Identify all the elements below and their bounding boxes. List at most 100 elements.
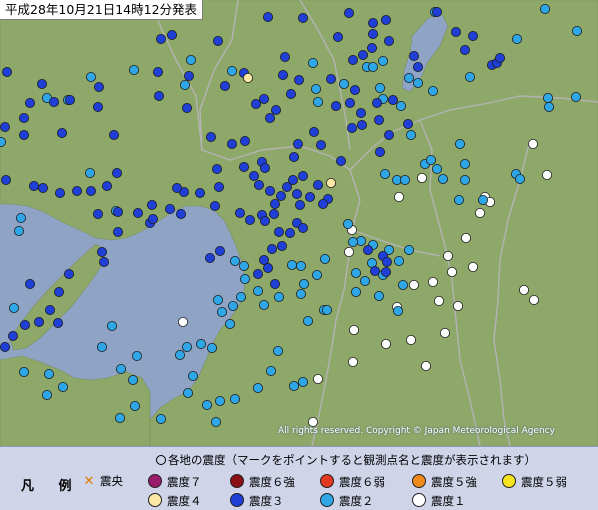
station-marker-s3[interactable]: [102, 180, 113, 191]
station-marker-s3[interactable]: [366, 43, 377, 54]
station-marker-s3[interactable]: [259, 162, 270, 173]
station-marker-s3[interactable]: [269, 198, 280, 209]
station-marker-s2[interactable]: [97, 341, 108, 352]
station-marker-s2[interactable]: [321, 304, 332, 315]
station-marker-s3[interactable]: [155, 34, 166, 45]
station-marker-s3[interactable]: [94, 82, 105, 93]
station-marker-s2[interactable]: [227, 300, 238, 311]
station-marker-s2[interactable]: [235, 291, 246, 302]
station-marker-s3[interactable]: [374, 146, 385, 157]
station-marker-s2[interactable]: [115, 412, 126, 423]
station-marker-s3[interactable]: [113, 206, 124, 217]
station-marker-s3[interactable]: [284, 227, 295, 238]
station-marker-s2[interactable]: [258, 299, 269, 310]
station-marker-s3[interactable]: [24, 98, 35, 109]
station-marker-s3[interactable]: [175, 208, 186, 219]
station-marker-s3[interactable]: [297, 222, 308, 233]
station-marker-s3[interactable]: [181, 103, 192, 114]
station-marker-s2[interactable]: [174, 349, 185, 360]
station-marker-s2[interactable]: [42, 389, 53, 400]
station-marker-s3[interactable]: [431, 7, 442, 17]
station-marker-s3[interactable]: [383, 129, 394, 140]
station-marker-s2[interactable]: [212, 294, 223, 305]
station-marker-s1[interactable]: [460, 232, 471, 243]
station-marker-s3[interactable]: [258, 94, 269, 105]
station-marker-s3[interactable]: [275, 190, 286, 201]
station-marker-s2[interactable]: [298, 278, 309, 289]
station-marker-s3[interactable]: [357, 50, 368, 61]
station-marker-s3[interactable]: [7, 330, 18, 341]
station-marker-s2[interactable]: [397, 279, 408, 290]
station-marker-s3[interactable]: [214, 245, 225, 256]
station-marker-s2[interactable]: [431, 163, 442, 174]
station-marker-s2[interactable]: [0, 137, 6, 147]
station-marker-s3[interactable]: [248, 170, 259, 181]
station-marker-s3[interactable]: [132, 207, 143, 218]
station-marker-s3[interactable]: [18, 129, 29, 140]
station-marker-s4[interactable]: [242, 73, 253, 84]
station-marker-s2[interactable]: [540, 4, 551, 14]
station-marker-s3[interactable]: [273, 226, 284, 237]
station-marker-s2[interactable]: [116, 363, 127, 374]
station-marker-s3[interactable]: [270, 105, 281, 116]
station-marker-s2[interactable]: [319, 253, 330, 264]
station-marker-s1[interactable]: [452, 300, 463, 311]
station-marker-s3[interactable]: [467, 30, 478, 41]
station-marker-s3[interactable]: [277, 70, 288, 81]
station-marker-s3[interactable]: [276, 240, 287, 251]
station-marker-s3[interactable]: [380, 266, 391, 277]
station-marker-s3[interactable]: [153, 91, 164, 102]
station-marker-s1[interactable]: [433, 295, 444, 306]
station-marker-s2[interactable]: [464, 72, 475, 83]
station-marker-s3[interactable]: [112, 167, 123, 178]
station-marker-s3[interactable]: [459, 45, 470, 56]
station-marker-s2[interactable]: [44, 368, 55, 379]
station-marker-s3[interactable]: [344, 98, 355, 109]
station-marker-s1[interactable]: [442, 250, 453, 261]
station-marker-s3[interactable]: [288, 151, 299, 162]
station-marker-s3[interactable]: [239, 135, 250, 146]
station-marker-s2[interactable]: [515, 173, 526, 184]
station-marker-s2[interactable]: [224, 318, 235, 329]
station-marker-s2[interactable]: [238, 260, 249, 271]
station-marker-s3[interactable]: [49, 97, 60, 108]
station-marker-s3[interactable]: [259, 215, 270, 226]
station-marker-s3[interactable]: [146, 199, 157, 210]
station-marker-s3[interactable]: [2, 67, 12, 78]
station-marker-s3[interactable]: [213, 181, 224, 192]
station-marker-s3[interactable]: [346, 123, 357, 134]
station-marker-s3[interactable]: [293, 75, 304, 86]
station-marker-s3[interactable]: [380, 14, 391, 25]
station-marker-s2[interactable]: [403, 73, 414, 84]
station-marker-s3[interactable]: [402, 119, 413, 130]
station-marker-s3[interactable]: [315, 139, 326, 150]
station-marker-s2[interactable]: [459, 174, 470, 185]
station-marker-s2[interactable]: [392, 305, 403, 316]
station-marker-s3[interactable]: [113, 226, 124, 237]
station-marker-s1[interactable]: [393, 191, 404, 202]
station-marker-s3[interactable]: [99, 256, 110, 267]
station-marker-s3[interactable]: [304, 191, 315, 202]
station-marker-s2[interactable]: [297, 376, 308, 387]
station-marker-s2[interactable]: [229, 255, 240, 266]
station-marker-s3[interactable]: [373, 115, 384, 126]
station-marker-s2[interactable]: [427, 86, 438, 97]
station-marker-s3[interactable]: [55, 187, 66, 198]
station-marker-s2[interactable]: [310, 84, 321, 95]
station-marker-s2[interactable]: [155, 413, 166, 424]
station-marker-s2[interactable]: [395, 101, 406, 112]
station-marker-s3[interactable]: [294, 199, 305, 210]
station-marker-s2[interactable]: [454, 138, 465, 149]
station-marker-s1[interactable]: [420, 360, 431, 371]
station-marker-s2[interactable]: [512, 34, 523, 45]
station-marker-s3[interactable]: [72, 185, 83, 196]
station-marker-s2[interactable]: [85, 167, 96, 178]
station-marker-s3[interactable]: [164, 203, 175, 214]
station-marker-s3[interactable]: [183, 71, 194, 82]
station-marker-s3[interactable]: [147, 213, 158, 224]
station-marker-s2[interactable]: [179, 80, 190, 91]
station-marker-s3[interactable]: [57, 127, 68, 138]
station-marker-s2[interactable]: [311, 269, 322, 280]
station-marker-s3[interactable]: [34, 316, 45, 327]
station-marker-s3[interactable]: [93, 102, 104, 113]
